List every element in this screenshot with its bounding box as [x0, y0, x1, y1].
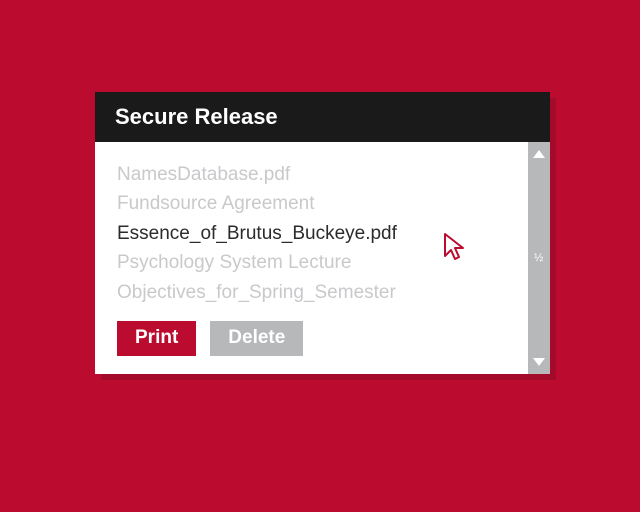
window-title: Secure Release: [115, 104, 278, 129]
file-list: NamesDatabase.pdf Fundsource Agreement E…: [95, 142, 528, 374]
list-item[interactable]: Objectives_for_Spring_Semester: [117, 278, 512, 307]
delete-button[interactable]: Delete: [210, 321, 303, 356]
scroll-up-icon[interactable]: [533, 150, 545, 158]
scroll-position-indicator: ½: [534, 252, 544, 264]
list-item[interactable]: Psychology System Lecture: [117, 248, 512, 277]
scrollbar[interactable]: ½: [528, 142, 550, 374]
print-button[interactable]: Print: [117, 321, 196, 356]
action-row: Print Delete: [117, 321, 512, 356]
scroll-down-icon[interactable]: [533, 358, 545, 366]
list-item[interactable]: NamesDatabase.pdf: [117, 160, 512, 189]
background: Secure Release NamesDatabase.pdf Fundsou…: [0, 0, 640, 512]
list-item-selected[interactable]: Essence_of_Brutus_Buckeye.pdf: [117, 219, 512, 248]
window-titlebar: Secure Release: [95, 92, 550, 142]
window-body: NamesDatabase.pdf Fundsource Agreement E…: [95, 142, 550, 374]
secure-release-window: Secure Release NamesDatabase.pdf Fundsou…: [95, 92, 550, 374]
list-item[interactable]: Fundsource Agreement: [117, 189, 512, 218]
